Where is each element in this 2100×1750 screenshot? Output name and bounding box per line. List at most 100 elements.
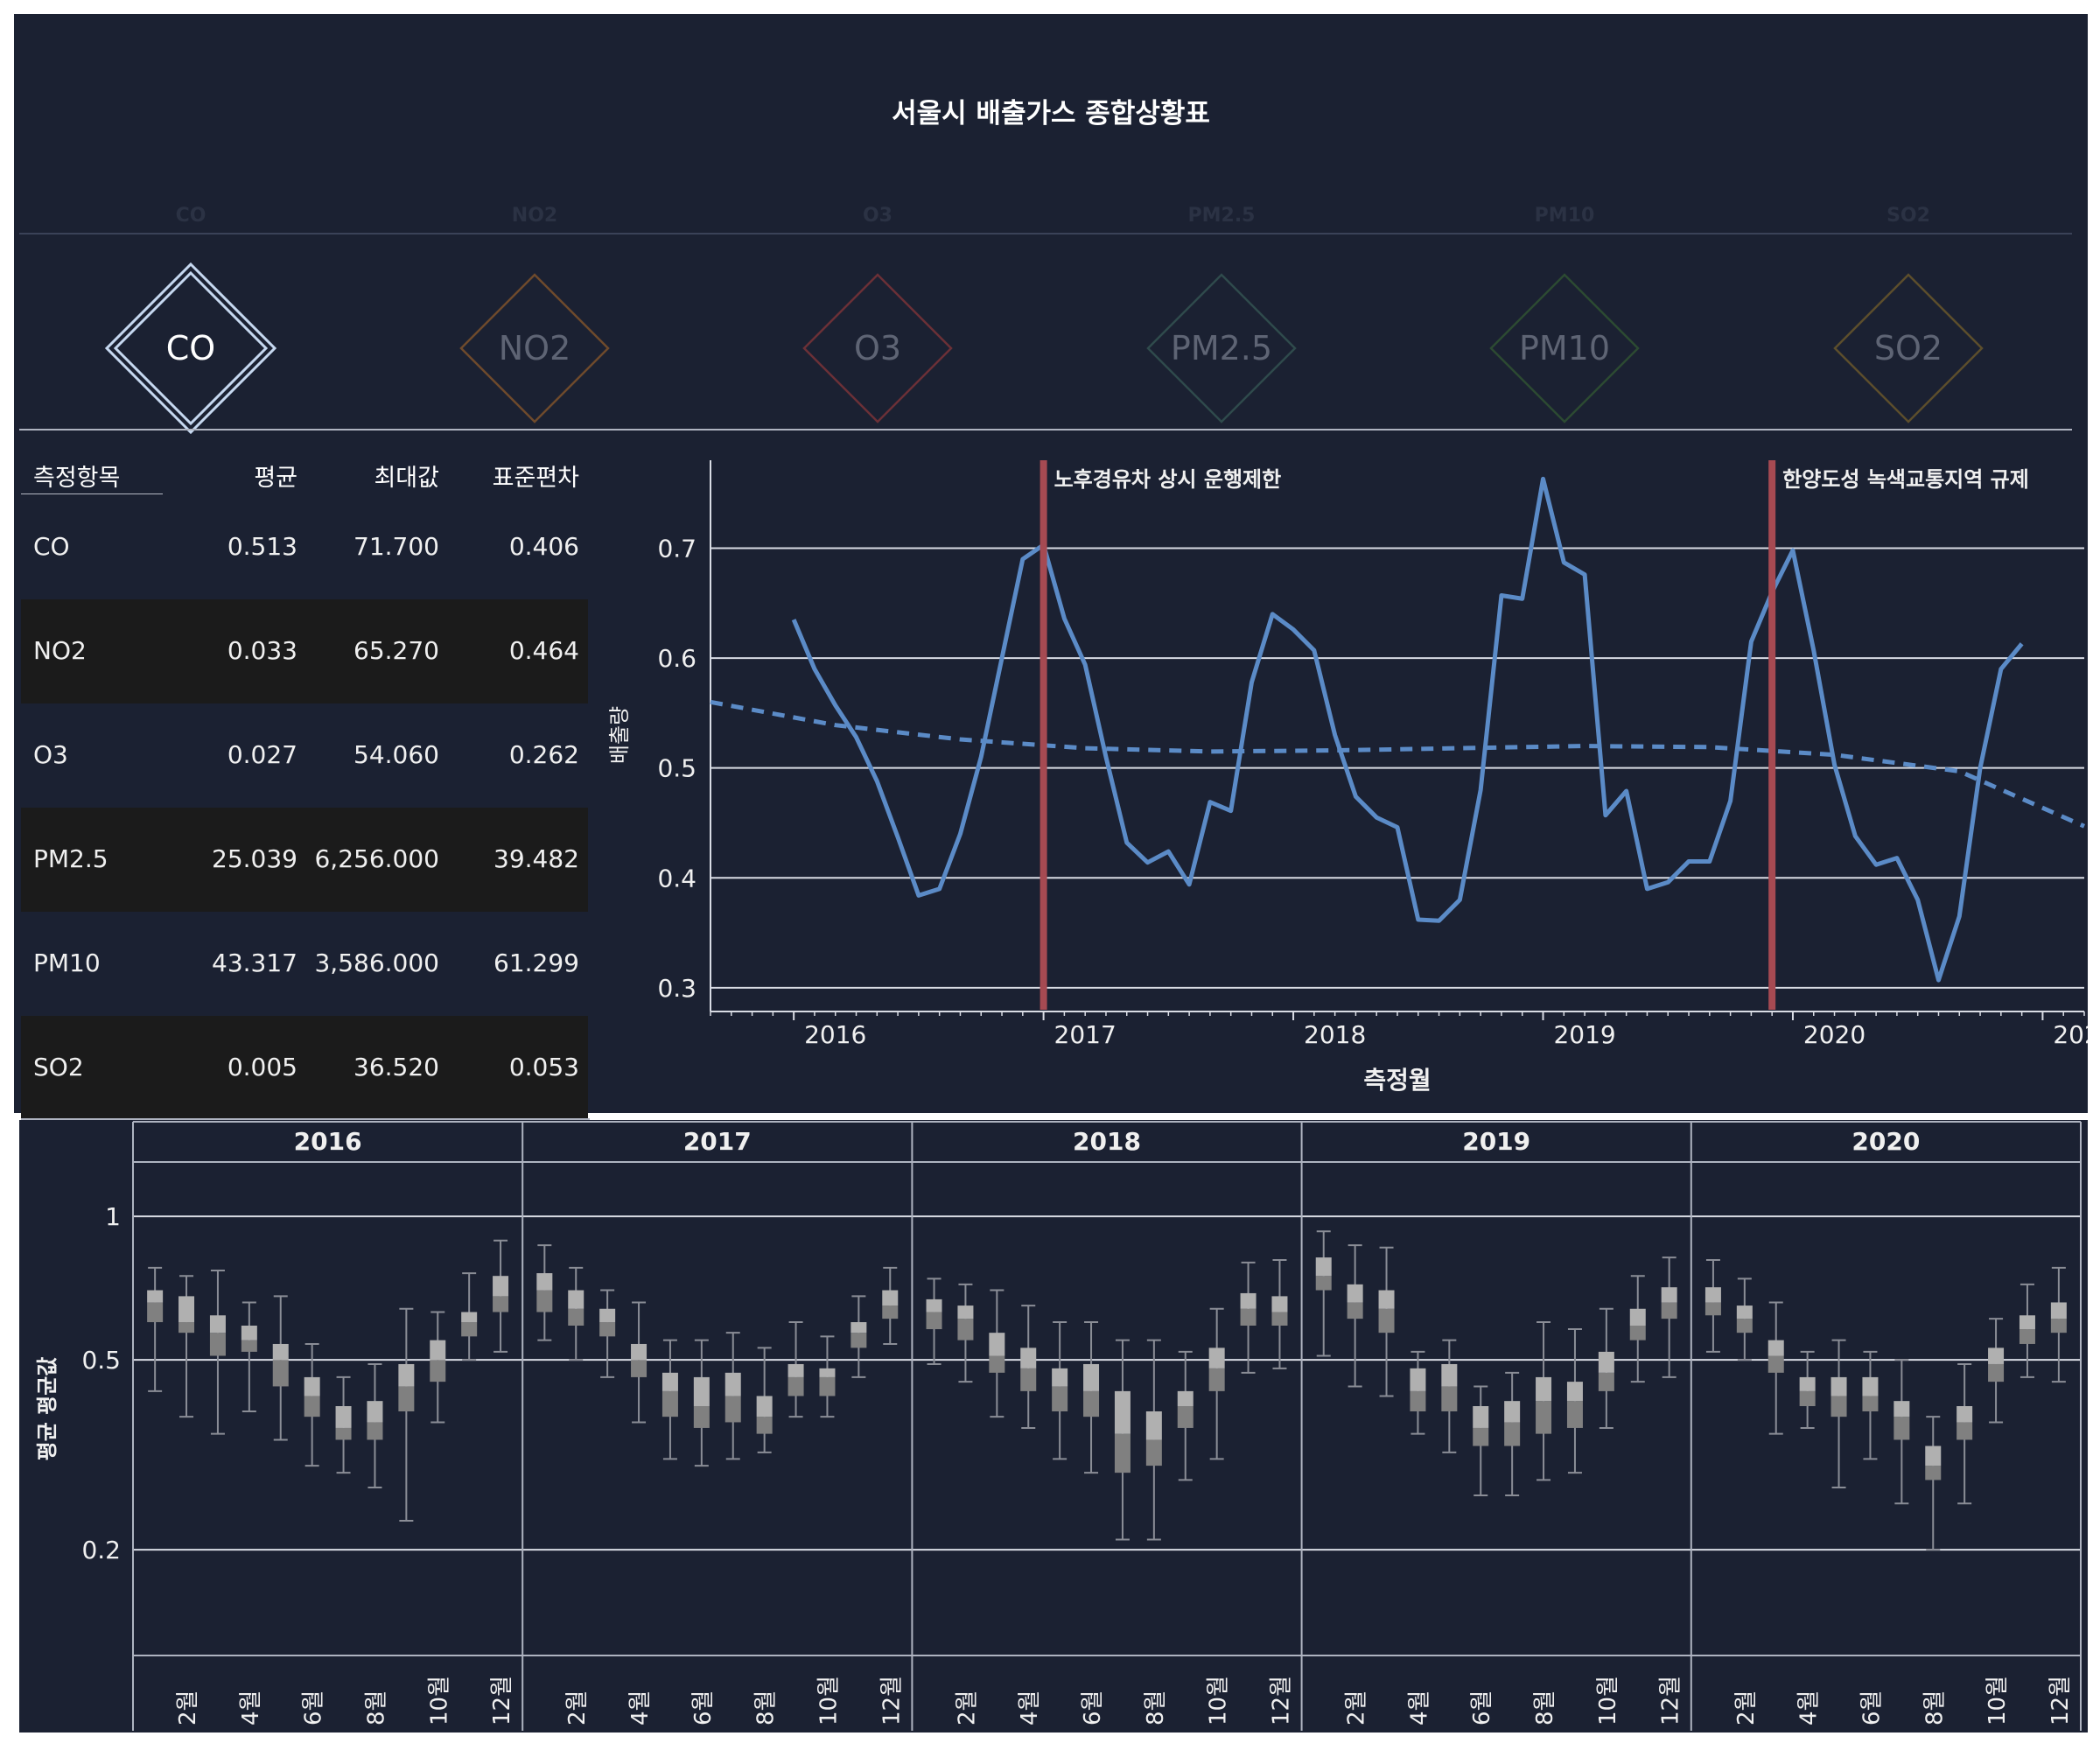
cell-mean: 25.039: [212, 844, 298, 873]
box-lower: [536, 1290, 553, 1312]
month-tick-label: 12월: [2048, 1676, 2074, 1726]
box-upper: [430, 1340, 446, 1361]
box-lower: [1536, 1401, 1552, 1434]
box-lower: [430, 1360, 446, 1382]
pollutant-label-strip: CO NO2 O3 PM2.5 PM10 SO2: [19, 192, 2072, 234]
box-upper: [1410, 1368, 1426, 1391]
box-upper: [461, 1312, 478, 1323]
pollutant-button-label: SO2: [1873, 329, 1943, 368]
box-upper: [1347, 1284, 1363, 1303]
box-upper: [1504, 1401, 1521, 1423]
box-upper: [335, 1406, 352, 1428]
table-row: PM2.5 25.039 6,256.000 39.482: [21, 808, 588, 912]
box-lower: [599, 1322, 616, 1337]
pollutant-button-co[interactable]: CO: [103, 261, 278, 436]
table-row: SO2 0.005 36.520 0.053: [21, 1016, 588, 1120]
box-chart: 0.2 0.5 1 평균 평균값 2016 2월 4월 6월 8월 10월 12월 2017 2월 4월 6…: [19, 1120, 2088, 1732]
box-upper: [1083, 1363, 1100, 1391]
cell-max: 3,586.000: [314, 948, 439, 977]
box-lower: [335, 1427, 352, 1440]
box-upper: [819, 1368, 836, 1377]
month-tick-label: 6월: [1858, 1690, 1885, 1726]
cell-max: 65.270: [354, 636, 439, 665]
box-lower: [241, 1340, 257, 1352]
month-tick-label: 6월: [690, 1690, 717, 1726]
box-lower: [568, 1308, 584, 1326]
column-header-std: 표준편차: [492, 465, 579, 492]
box-lower: [493, 1296, 509, 1312]
column-header-mean: 평균: [254, 465, 298, 492]
box-lower: [662, 1390, 678, 1418]
pollutant-button-so2[interactable]: SO2: [1821, 261, 1996, 436]
tab-label-co[interactable]: CO: [103, 205, 278, 227]
month-tick-label: 2월: [1733, 1690, 1760, 1726]
tab-label-no2[interactable]: NO2: [447, 205, 622, 227]
column-header-max: 최대값: [374, 465, 439, 492]
cell-item: PM2.5: [33, 844, 108, 873]
panel-year-label: 2017: [683, 1127, 752, 1156]
box-lower: [1441, 1386, 1458, 1411]
cell-std: 0.406: [508, 532, 579, 561]
box-upper: [1145, 1410, 1162, 1440]
month-tick-label: 10월: [816, 1676, 842, 1726]
box-upper: [178, 1296, 195, 1323]
box-lower: [882, 1306, 899, 1320]
box-upper: [2019, 1315, 2035, 1330]
box-upper: [147, 1290, 164, 1303]
box-lower: [693, 1406, 710, 1428]
line-chart: 0.3 0.4 0.5 0.6 0.7 2016 2017 2018 2019 2020 2021 측…: [595, 446, 2088, 1111]
pollutant-button-pm25[interactable]: PM2.5: [1134, 261, 1309, 436]
pollutant-button-no2[interactable]: NO2: [447, 261, 622, 436]
box-lower: [1736, 1319, 1753, 1334]
month-tick-label: 8월: [363, 1690, 389, 1726]
cell-std: 0.053: [508, 1053, 579, 1082]
box-upper: [850, 1322, 867, 1334]
month-tick-label: 12월: [489, 1676, 515, 1726]
box-lower: [957, 1319, 974, 1340]
box-lower: [1504, 1422, 1521, 1446]
y-tick-label: 1: [105, 1202, 121, 1231]
panel-year-label: 2018: [1073, 1127, 1141, 1156]
box-upper: [272, 1343, 289, 1361]
box-upper: [1240, 1292, 1256, 1309]
box-upper: [1271, 1296, 1288, 1312]
box-lower: [1083, 1390, 1100, 1418]
x-tick-label: 2017: [1054, 1020, 1116, 1049]
box-lower: [1114, 1433, 1130, 1474]
box-upper: [1378, 1290, 1395, 1309]
box-lower: [1988, 1363, 2005, 1382]
pollutant-button-label: CO: [165, 329, 216, 368]
month-tick-label: 4월: [238, 1690, 264, 1726]
box-upper: [693, 1376, 710, 1407]
x-tick-label: 2016: [804, 1020, 866, 1049]
box-lower: [147, 1302, 164, 1323]
tab-label-pm10[interactable]: PM10: [1477, 205, 1652, 227]
cell-max: 71.700: [354, 532, 439, 561]
monthly-boxplot-panel: 0.2 0.5 1 평균 평균값 2016 2월 4월 6월 8월 10월 12월 2017 2월 4월 6…: [19, 1120, 2088, 1732]
cell-mean: 0.513: [227, 532, 298, 561]
y-tick-label: 0.7: [657, 534, 696, 563]
y-axis-title: 평균 평균값: [35, 1357, 60, 1461]
tab-label-pm25[interactable]: PM2.5: [1134, 205, 1309, 227]
tab-label-so2[interactable]: SO2: [1821, 205, 1996, 227]
y-tick-label: 0.6: [657, 644, 696, 673]
pollutant-button-o3[interactable]: O3: [790, 261, 965, 436]
box-lower: [2050, 1319, 2067, 1334]
box-lower: [1661, 1302, 1677, 1320]
box-upper: [926, 1298, 942, 1312]
cell-item: SO2: [33, 1053, 84, 1082]
box-upper: [536, 1273, 553, 1291]
month-tick-label: 6월: [301, 1690, 327, 1726]
pollutant-button-label: PM10: [1518, 329, 1611, 368]
month-tick-label: 6월: [1469, 1690, 1495, 1726]
box-upper: [957, 1306, 974, 1320]
cell-item: CO: [33, 532, 70, 561]
tab-label-o3[interactable]: O3: [790, 205, 965, 227]
pollutant-button-pm10[interactable]: PM10: [1477, 261, 1652, 436]
box-upper: [398, 1363, 415, 1387]
month-tick-label: 4월: [1017, 1690, 1043, 1726]
box-upper: [989, 1333, 1005, 1356]
x-tick-label: 2019: [1553, 1020, 1615, 1049]
box-lower: [850, 1333, 867, 1348]
month-tick-label: 12월: [1268, 1676, 1294, 1726]
